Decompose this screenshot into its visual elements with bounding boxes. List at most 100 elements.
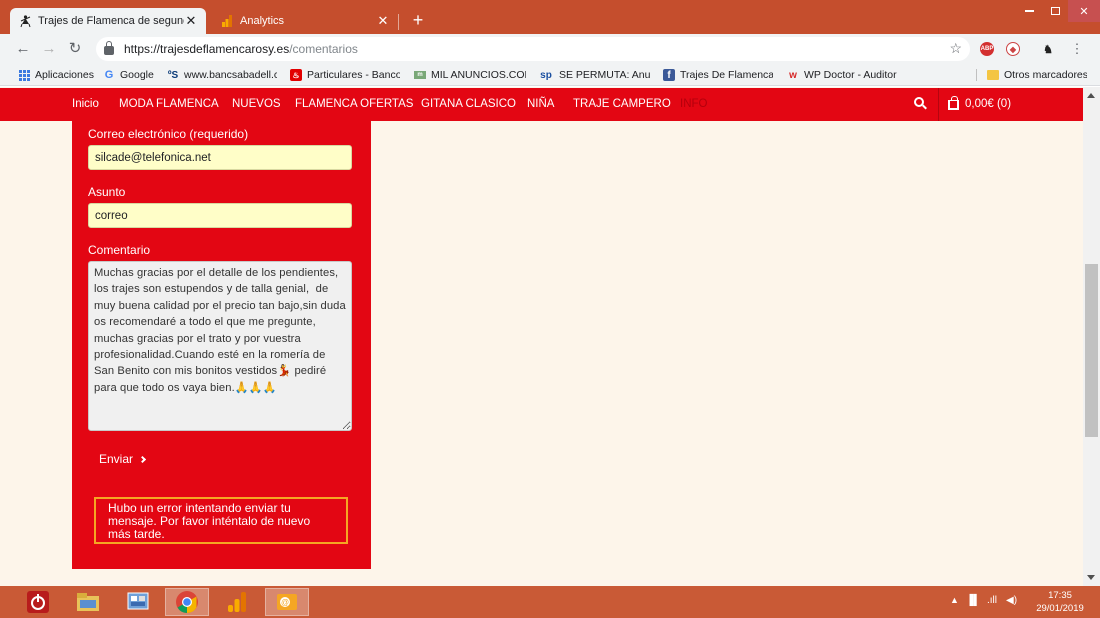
nav-item-moda-flamenca[interactable]: MODA FLAMENCA <box>119 98 219 110</box>
analytics-icon <box>228 592 246 612</box>
bookmark-trajes-facebook[interactable]: f Trajes De Flamenca <box>663 67 773 83</box>
forward-button[interactable]: → <box>38 39 60 59</box>
back-arrow-icon: ← <box>15 40 31 57</box>
scroll-down-icon[interactable] <box>1087 575 1095 580</box>
taskbar-mail[interactable]: @ <box>265 588 309 616</box>
minimize-icon <box>1024 10 1034 12</box>
windows-taskbar: @ ▲ ▐▌ .ıll ◀) 17:35 29/01/2019 <box>0 586 1100 618</box>
tab-separator <box>398 14 399 30</box>
kebab-icon: ⋮ <box>1070 41 1084 56</box>
subject-field[interactable] <box>88 203 352 228</box>
dancer-icon <box>18 14 32 28</box>
email-label: Correo electrónico (requerido) <box>88 127 249 141</box>
address-bar[interactable]: https://trajesdeflamencarosy.es/comentar… <box>96 37 970 61</box>
sepermuta-icon: sp <box>540 69 552 81</box>
bookmark-star-icon[interactable]: ☆ <box>949 40 962 57</box>
file-explorer-icon <box>77 593 99 611</box>
nav-item-inicio[interactable]: Inicio <box>72 98 99 110</box>
browser-toolbar: ← → ↻ https://trajesdeflamencarosy.es/co… <box>0 34 1100 64</box>
page-viewport: Inicio MODA FLAMENCA NUEVOS FLAMENCA OFE… <box>0 87 1083 586</box>
speaker-icon[interactable]: ◀) <box>1006 595 1017 606</box>
nav-item-nuevos[interactable]: NUEVOS <box>232 98 281 110</box>
tab-trajes[interactable]: Trajes de Flamenca de segunda m ✕ <box>10 8 206 34</box>
nav-item-traje-campero[interactable]: TRAJE CAMPERO <box>573 98 671 110</box>
reload-button[interactable]: ↻ <box>64 39 86 59</box>
profile-dancer-icon[interactable]: ♞ <box>1041 42 1055 56</box>
bookmark-santander[interactable]: ♨ Particulares - Banco S <box>290 67 400 83</box>
mail-icon: @ <box>277 594 297 610</box>
new-tab-button[interactable]: + <box>408 10 428 31</box>
bookmark-label: Trajes De Flamenca <box>680 69 773 81</box>
google-icon: G <box>104 69 114 81</box>
nav-item-gitana-clasico[interactable]: GITANA CLASICO <box>421 98 516 110</box>
folder-icon <box>987 70 999 80</box>
facebook-icon: f <box>663 69 675 81</box>
tab-analytics[interactable]: Analytics ✕ <box>212 8 398 34</box>
taskbar-analytics[interactable] <box>215 588 259 616</box>
bookmark-label: WP Doctor - Auditor <box>804 69 897 81</box>
tab-title: Analytics <box>240 15 285 27</box>
apps-grid-icon <box>18 69 30 81</box>
lock-icon <box>104 41 114 55</box>
url-host: https://trajesdeflamencarosy.es <box>124 42 290 56</box>
bancsabadell-icon: ºS <box>167 69 179 81</box>
network-icon[interactable]: ▐▌ <box>966 595 980 606</box>
bookmark-sepermuta[interactable]: sp SE PERMUTA: Anunci <box>538 67 650 83</box>
bookmark-aplicaciones[interactable]: Aplicaciones <box>18 67 94 83</box>
bookmark-label: Google <box>120 69 154 81</box>
close-window-button[interactable]: ✕ <box>1068 0 1100 22</box>
minimize-button[interactable] <box>1016 0 1042 22</box>
taskbar-control-panel[interactable] <box>116 588 160 616</box>
page-scrollbar[interactable] <box>1083 87 1100 586</box>
shield-extension-icon[interactable]: ◆ <box>1006 42 1020 56</box>
santander-icon: ♨ <box>290 69 302 81</box>
url-path: /comentarios <box>289 42 358 56</box>
nav-divider <box>938 88 939 121</box>
power-button[interactable] <box>16 588 60 616</box>
nav-item-nina[interactable]: NIÑA <box>527 98 554 110</box>
close-icon: ✕ <box>1079 5 1089 18</box>
send-button[interactable]: Enviar <box>99 452 147 466</box>
chevron-right-icon <box>138 455 147 463</box>
bookmark-label: MIL ANUNCIOS.COM <box>431 69 526 81</box>
bookmark-label: SE PERMUTA: Anunci <box>559 69 650 81</box>
nav-item-info[interactable]: INFO <box>680 98 707 110</box>
bookmark-wp-doctor[interactable]: w WP Doctor - Auditor <box>787 67 899 83</box>
email-field[interactable] <box>88 145 352 170</box>
menu-kebab-button[interactable]: ⋮ <box>1066 39 1088 59</box>
signal-icon[interactable]: .ıll <box>987 595 997 606</box>
bookmarks-separator <box>976 69 977 81</box>
bookmark-label: www.bancsabadell.co <box>184 69 277 81</box>
bookmark-google[interactable]: G Google <box>103 67 159 83</box>
power-icon <box>27 591 49 613</box>
cart-button[interactable]: 0,00€ (0) <box>948 96 1012 110</box>
comment-textarea[interactable]: Muchas gracias por el detalle de los pen… <box>88 261 352 431</box>
shopping-bag-icon <box>948 96 959 110</box>
reload-icon: ↻ <box>68 40 82 57</box>
taskbar-file-explorer[interactable] <box>66 588 110 616</box>
clock-date: 29/01/2019 <box>1036 603 1084 614</box>
other-bookmarks[interactable]: Otros marcadores <box>987 67 1087 83</box>
search-icon[interactable] <box>914 97 928 111</box>
bookmark-milanuncios[interactable]: m MIL ANUNCIOS.COM <box>414 67 526 83</box>
adblock-icon[interactable]: ABP <box>980 42 994 56</box>
close-tab-icon[interactable]: ✕ <box>376 13 390 29</box>
taskbar-chrome[interactable] <box>165 588 209 616</box>
cart-total: 0,00€ (0) <box>965 98 1012 110</box>
tray-expand-icon[interactable]: ▲ <box>950 595 959 605</box>
svg-text:@: @ <box>281 598 289 607</box>
comment-label: Comentario <box>88 243 151 257</box>
subject-label: Asunto <box>88 185 126 199</box>
taskbar-clock[interactable]: 17:35 29/01/2019 <box>1028 589 1092 615</box>
nav-item-flamenca-ofertas[interactable]: FLAMENCA OFERTAS <box>295 98 413 110</box>
maximize-button[interactable] <box>1042 0 1068 22</box>
browser-titlebar: Trajes de Flamenca de segunda m ✕ Analyt… <box>0 0 1100 34</box>
close-tab-icon[interactable]: ✕ <box>184 13 198 29</box>
bookmark-bancsabadell[interactable]: ºS www.bancsabadell.co <box>167 67 277 83</box>
chrome-icon <box>176 591 198 613</box>
back-button[interactable]: ← <box>12 39 34 59</box>
maximize-icon <box>1050 7 1060 15</box>
scroll-up-icon[interactable] <box>1087 93 1095 98</box>
scroll-thumb[interactable] <box>1085 264 1098 437</box>
wp-doctor-icon: w <box>789 69 797 81</box>
